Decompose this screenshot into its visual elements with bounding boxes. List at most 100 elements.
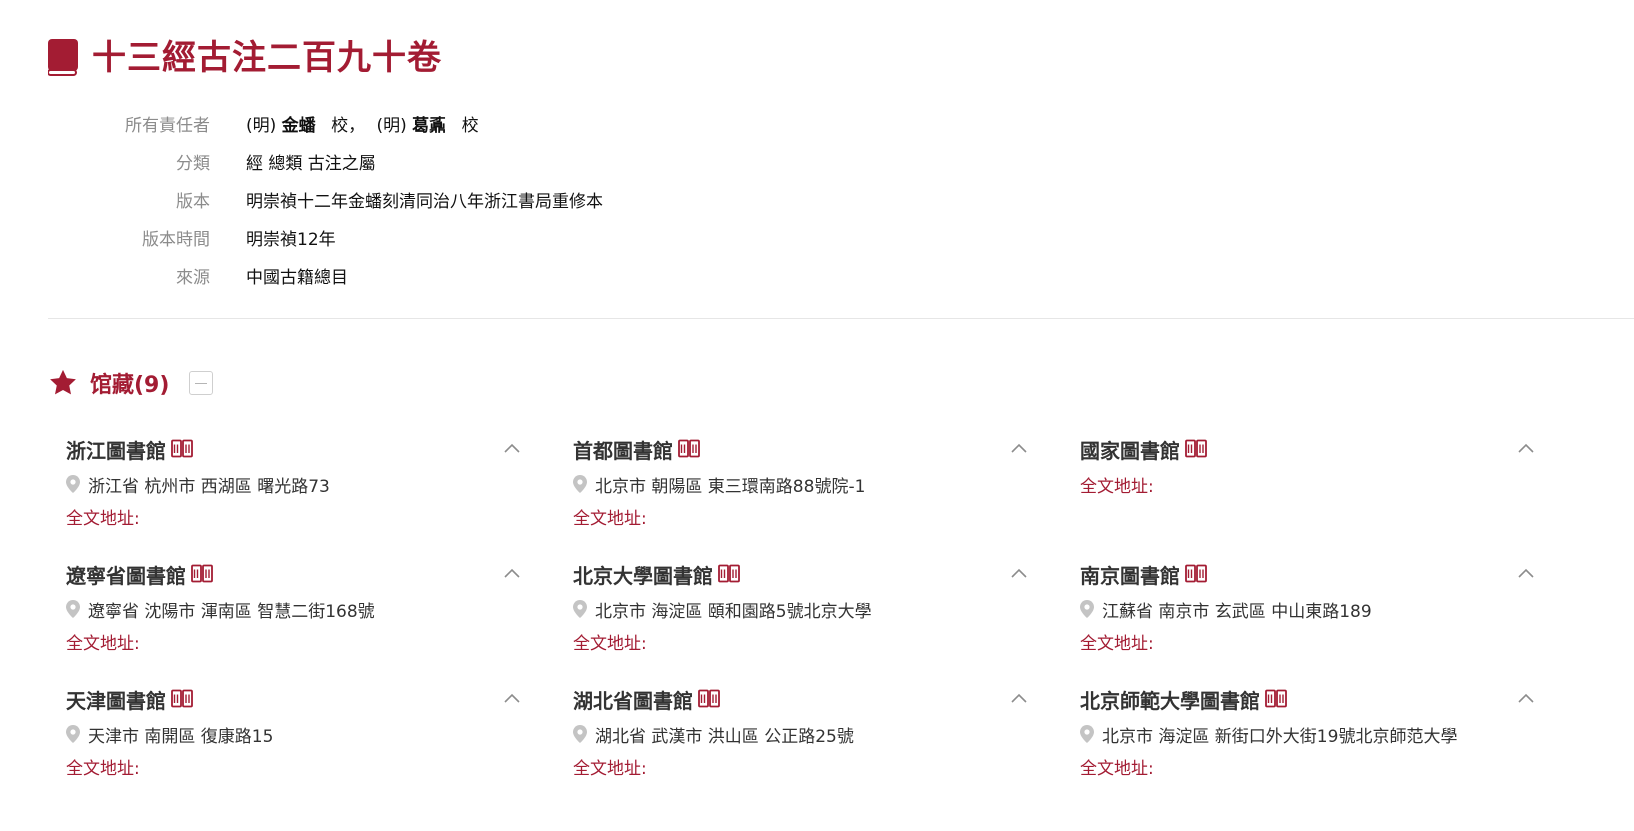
fulltext-link[interactable]: 全文地址: (1080, 468, 1536, 500)
library-name[interactable]: 遼寧省圖書館 (66, 560, 186, 589)
chevron-up-icon[interactable] (1009, 689, 1029, 709)
fulltext-link[interactable]: 全文地址: (1080, 750, 1536, 782)
library-card: 湖北省圖書館 湖北省 武漢市 洪山區 公正路25號 全文地址: (573, 680, 1029, 793)
meta-label: 分類 (176, 153, 210, 174)
chevron-up-icon[interactable] (502, 689, 522, 709)
chevron-up-icon[interactable] (1516, 564, 1536, 584)
library-name[interactable]: 天津圖書館 (66, 685, 166, 714)
meta-value-edition-time: 明崇禎12年 (246, 229, 336, 250)
address-row: 北京市 海淀區 頤和園路5號北京大學 (573, 593, 1029, 625)
responsibility-name[interactable]: 金蟠 (282, 116, 316, 136)
fulltext-link[interactable]: 全文地址: (1080, 625, 1536, 657)
chevron-up-icon[interactable] (1009, 564, 1029, 584)
book-icon (48, 39, 78, 76)
fulltext-link[interactable]: 全文地址: (66, 750, 522, 782)
page-title: 十三經古注二百九十卷 (92, 38, 442, 78)
meta-value-classification: 經 總類 古注之屬 (246, 153, 376, 174)
responsibility-name[interactable]: 葛鼒 (412, 116, 446, 136)
address-row: 遼寧省 沈陽市 渾南區 智慧二街168號 (66, 593, 522, 625)
address-row: 江蘇省 南京市 玄武區 中山東路189 (1080, 593, 1536, 625)
library-name-row: 浙江圖書館 (66, 430, 522, 468)
library-address: 北京市 海淀區 頤和園路5號北京大學 (595, 601, 872, 622)
open-book-icon[interactable] (678, 439, 700, 459)
open-book-icon[interactable] (1185, 564, 1207, 584)
library-name-row: 北京師範大學圖書館 (1080, 680, 1536, 718)
page: 十三經古注二百九十卷 所有責任者 (明) 金蟠 校， (明) 葛鼒 校 分類 經… (0, 0, 1634, 831)
responsibility-role: 校 (461, 115, 479, 136)
meta-row-classification: 分類 經 總類 古注之屬 (48, 142, 603, 180)
address-row: 天津市 南開區 復康路15 (66, 718, 522, 750)
open-book-icon[interactable] (718, 564, 740, 584)
map-pin-icon (573, 475, 587, 493)
responsibility-separator: ， (348, 115, 366, 136)
library-address: 北京市 海淀區 新街口外大街19號北京師范大學 (1102, 726, 1458, 747)
library-name[interactable]: 湖北省圖書館 (573, 685, 693, 714)
address-row: 北京市 朝陽區 東三環南路88號院-1 (573, 468, 1029, 500)
section-divider (48, 318, 1634, 319)
address-row: 浙江省 杭州市 西湖區 曙光路73 (66, 468, 522, 500)
open-book-icon[interactable] (698, 689, 720, 709)
meta-label: 所有責任者 (125, 115, 210, 136)
chevron-up-icon[interactable] (1516, 439, 1536, 459)
fulltext-link[interactable]: 全文地址: (573, 750, 1029, 782)
address-row: 北京市 海淀區 新街口外大街19號北京師范大學 (1080, 718, 1536, 750)
library-name[interactable]: 浙江圖書館 (66, 435, 166, 464)
chevron-up-icon[interactable] (1009, 439, 1029, 459)
map-pin-icon (66, 725, 80, 743)
title-row: 十三經古注二百九十卷 (48, 36, 442, 80)
library-name[interactable]: 北京師範大學圖書館 (1080, 685, 1260, 714)
library-card: 首都圖書館 北京市 朝陽區 東三環南路88號院-1 全文地址: (573, 430, 1029, 543)
library-name-row: 遼寧省圖書館 (66, 555, 522, 593)
library-name[interactable]: 南京圖書館 (1080, 560, 1180, 589)
library-name-row: 南京圖書館 (1080, 555, 1536, 593)
fulltext-link[interactable]: 全文地址: (66, 625, 522, 657)
library-card: 北京師範大學圖書館 北京市 海淀區 新街口外大街19號北京師范大學 全文地址: (1080, 680, 1536, 793)
map-pin-icon (66, 600, 80, 618)
map-pin-icon (1080, 600, 1094, 618)
chevron-up-icon[interactable] (1516, 689, 1536, 709)
collapse-button[interactable] (189, 371, 214, 395)
fulltext-link[interactable]: 全文地址: (573, 500, 1029, 532)
open-book-icon[interactable] (1185, 439, 1207, 459)
responsibility-role: 校 (331, 115, 349, 136)
library-name[interactable]: 北京大學圖書館 (573, 560, 713, 589)
library-name[interactable]: 國家圖書館 (1080, 435, 1180, 464)
library-address: 湖北省 武漢市 洪山區 公正路25號 (595, 726, 854, 747)
address-row: 湖北省 武漢市 洪山區 公正路25號 (573, 718, 1029, 750)
map-pin-icon (1080, 725, 1094, 743)
fulltext-link[interactable]: 全文地址: (66, 500, 522, 532)
open-book-icon[interactable] (191, 564, 213, 584)
library-card: 國家圖書館 全文地址: (1080, 430, 1536, 543)
holdings-title: 馆藏(9) (90, 373, 170, 398)
star-icon (50, 369, 76, 395)
library-card: 遼寧省圖書館 遼寧省 沈陽市 渾南區 智慧二街168號 全文地址: (66, 555, 522, 668)
meta-value-source: 中國古籍總目 (246, 267, 348, 288)
fulltext-link[interactable]: 全文地址: (573, 625, 1029, 657)
library-name-row: 湖北省圖書館 (573, 680, 1029, 718)
meta-label: 版本 (176, 191, 210, 212)
library-address: 浙江省 杭州市 西湖區 曙光路73 (88, 476, 330, 497)
library-card: 天津圖書館 天津市 南開區 復康路15 全文地址: (66, 680, 522, 793)
meta-value-responsibility: (明) 金蟠 校， (明) 葛鼒 校 (246, 111, 479, 136)
meta-value-edition: 明崇禎十二年金蟠刻清同治八年浙江書局重修本 (246, 191, 603, 212)
map-pin-icon (573, 725, 587, 743)
library-name-row: 國家圖書館 (1080, 430, 1536, 468)
library-grid: 浙江圖書館 浙江省 杭州市 西湖區 曙光路73 全文地址: 首都圖書館 北京市 … (66, 430, 1536, 793)
library-name-row: 天津圖書館 (66, 680, 522, 718)
responsibility-prefix: (明) (376, 115, 407, 136)
meta-row-edition-time: 版本時間 明崇禎12年 (48, 218, 603, 256)
chevron-up-icon[interactable] (502, 564, 522, 584)
open-book-icon[interactable] (171, 439, 193, 459)
meta-row-responsibility: 所有責任者 (明) 金蟠 校， (明) 葛鼒 校 (48, 104, 603, 142)
chevron-up-icon[interactable] (502, 439, 522, 459)
library-name[interactable]: 首都圖書館 (573, 435, 673, 464)
open-book-icon[interactable] (171, 689, 193, 709)
meta-row-edition: 版本 明崇禎十二年金蟠刻清同治八年浙江書局重修本 (48, 180, 603, 218)
responsibility-prefix: (明) (246, 115, 277, 136)
open-book-icon[interactable] (1265, 689, 1287, 709)
map-pin-icon (66, 475, 80, 493)
map-pin-icon (573, 600, 587, 618)
holdings-header: 馆藏(9) (48, 364, 214, 402)
library-name-row: 北京大學圖書館 (573, 555, 1029, 593)
metadata-list: 所有責任者 (明) 金蟠 校， (明) 葛鼒 校 分類 經 總類 古注之屬 版本… (48, 104, 603, 294)
